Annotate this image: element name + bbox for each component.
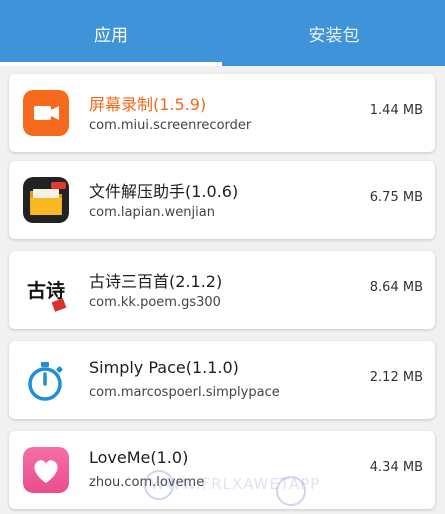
folder-unzip-icon — [23, 177, 69, 223]
app-name: Simply Pace(1.1.0) — [89, 358, 239, 377]
app-name: LoveMe(1.0) — [89, 448, 189, 467]
app-card-ancient-poems[interactable]: 古诗 古诗三百首(2.1.2) com.kk.poem.gs300 8.64 M… — [9, 251, 435, 329]
app-size: 8.64 MB — [369, 280, 423, 295]
app-size: 2.12 MB — [369, 370, 423, 385]
app-size: 6.75 MB — [369, 190, 423, 205]
heart-icon — [23, 447, 69, 493]
app-card-simply-pace[interactable]: Simply Pace(1.1.0) com.marcospoerl.simpl… — [9, 341, 435, 419]
app-package: com.marcospoerl.simplypace — [89, 385, 280, 400]
app-size: 1.44 MB — [369, 103, 423, 118]
app-name: 屏幕录制(1.5.9) — [89, 95, 207, 114]
app-card-screen-recorder[interactable]: 屏幕录制(1.5.9) com.miui.screenrecorder 1.44… — [9, 74, 435, 152]
app-package: com.miui.screenrecorder — [89, 118, 252, 133]
screen-recorder-icon — [23, 90, 69, 136]
tab-apps[interactable]: 应用 — [0, 0, 222, 66]
watermark-text: WWW.FRLXAWETAPP — [150, 475, 321, 493]
app-name: 文件解压助手(1.0.6) — [89, 182, 239, 201]
app-card-loveme[interactable]: LoveMe(1.0) zhou.com.loveme 4.34 MB — [9, 431, 435, 509]
svg-text:古诗: 古诗 — [27, 279, 65, 302]
top-tab-bar: 应用 安装包 — [0, 0, 445, 66]
app-name: 古诗三百首(2.1.2) — [89, 272, 223, 291]
ancient-poem-icon: 古诗 — [23, 267, 69, 313]
app-package: com.kk.poem.gs300 — [89, 295, 221, 310]
app-size: 4.34 MB — [369, 460, 423, 475]
app-package: com.lapian.wenjian — [89, 205, 215, 220]
app-card-file-unzip[interactable]: 文件解压助手(1.0.6) com.lapian.wenjian 6.75 MB — [9, 161, 435, 239]
stopwatch-icon — [23, 357, 69, 403]
tab-packages[interactable]: 安装包 — [223, 0, 445, 66]
app-list: 屏幕录制(1.5.9) com.miui.screenrecorder 1.44… — [0, 66, 445, 514]
